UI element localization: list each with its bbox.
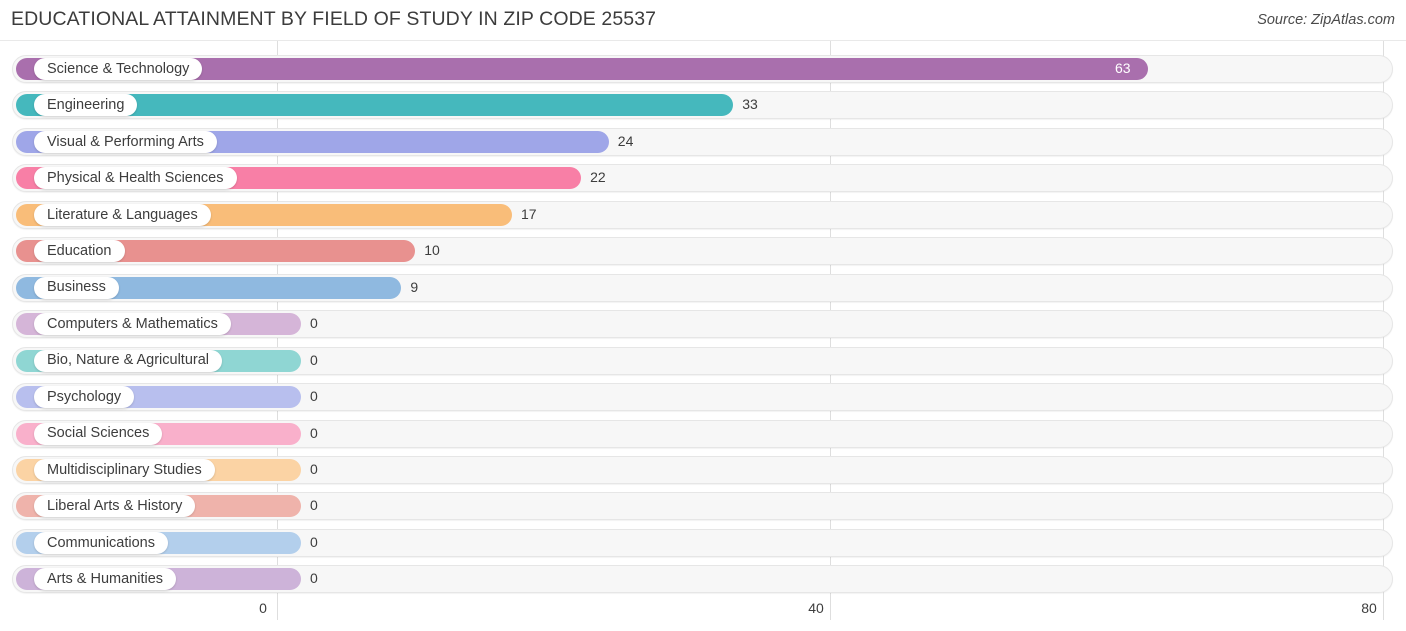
category-label-text: Science & Technology	[47, 60, 190, 77]
bar-value-label: 9	[410, 278, 419, 295]
x-tick-label: 0	[259, 600, 267, 616]
category-label: Science & Technology	[34, 58, 203, 80]
bar-row: Computers & Mathematics 0	[12, 310, 1393, 339]
bar-value-label: 22	[590, 169, 606, 186]
category-label-text: Education	[47, 243, 112, 259]
bar-row: Science & Technology 63	[12, 55, 1393, 83]
bar-value-label: 0	[310, 533, 318, 550]
category-label-text: Liberal Arts & History	[47, 498, 183, 515]
bar-value-label: 17	[521, 205, 537, 222]
category-label-text: Multidisciplinary Studies	[47, 461, 202, 478]
x-axis: 0 40 80	[0, 594, 1406, 631]
category-label: Education	[34, 240, 125, 263]
x-tick-mark	[830, 594, 831, 620]
category-label: Psychology	[34, 386, 135, 409]
category-label: Engineering	[34, 94, 138, 117]
bar-value-label: 0	[310, 315, 318, 332]
category-label: Bio, Nature & Agricultural	[34, 349, 222, 372]
category-label: Multidisciplinary Studies	[34, 458, 215, 481]
bar-row: Education 10	[12, 237, 1393, 266]
page-title: EDUCATIONAL ATTAINMENT BY FIELD OF STUDY…	[11, 8, 657, 30]
bar-row: Literature & Languages 17	[12, 200, 1393, 229]
bar-value-label: 10	[424, 242, 440, 259]
x-tick-mark	[1383, 594, 1384, 620]
category-label-text: Communications	[47, 534, 155, 551]
bar-row: Engineering 33	[12, 91, 1393, 120]
chart-page: EDUCATIONAL ATTAINMENT BY FIELD OF STUDY…	[0, 0, 1406, 631]
bar-row: Bio, Nature & Agricultural 0	[12, 346, 1393, 375]
bar-value-label: 0	[310, 424, 318, 441]
bar-value-label: 33	[742, 96, 758, 113]
category-label: Business	[34, 276, 119, 299]
bar-row: Business 9	[12, 273, 1393, 302]
bar-value-label: 0	[310, 460, 318, 477]
x-tick-label: 80	[1361, 600, 1377, 616]
chart-header: EDUCATIONAL ATTAINMENT BY FIELD OF STUDY…	[0, 0, 1406, 40]
category-label: Literature & Languages	[34, 203, 211, 226]
bar-value-label: 0	[310, 351, 318, 368]
category-label-text: Arts & Humanities	[47, 571, 164, 588]
category-label: Communications	[34, 531, 168, 554]
bar-value-label: 24	[617, 132, 634, 149]
category-label-text: Engineering	[47, 97, 125, 114]
bar-row: Multidisciplinary Studies 0	[12, 455, 1393, 484]
category-label: Visual & Performing Arts	[34, 130, 217, 153]
source-attribution: Source: ZipAtlas.com	[1257, 12, 1395, 28]
x-tick-label: 40	[808, 600, 824, 616]
category-label-text: Computers & Mathematics	[47, 315, 218, 332]
bar-value-label: 63	[1114, 60, 1131, 76]
x-tick-mark	[277, 594, 278, 620]
category-label-text: Psychology	[47, 388, 122, 405]
bar-row: Communications 0	[12, 528, 1393, 557]
bar-value-label: 0	[310, 388, 318, 405]
bar-value-label: 0	[310, 497, 318, 514]
category-label-text: Social Sciences	[47, 425, 150, 442]
bar-row: Social Sciences 0	[12, 419, 1393, 448]
category-label-text: Business	[47, 279, 106, 296]
category-label-text: Literature & Languages	[47, 206, 198, 223]
bar-row: Physical & Health Sciences 22	[12, 164, 1393, 193]
bar-row: Visual & Performing Arts 24	[12, 127, 1393, 156]
bar-row: Liberal Arts & History 0	[12, 492, 1393, 521]
category-label-text: Physical & Health Sciences	[47, 170, 224, 187]
category-label: Liberal Arts & History	[34, 495, 196, 518]
category-label: Physical & Health Sciences	[34, 167, 237, 190]
category-label-text: Bio, Nature & Agricultural	[47, 352, 209, 369]
bar-value-label: 0	[310, 570, 318, 587]
bar-row: Arts & Humanities 0	[12, 565, 1393, 594]
bar-rows: Science & Technology 63 Engineering 33 Visua…	[0, 41, 1406, 594]
bar-row: Psychology 0	[12, 383, 1393, 412]
category-label: Arts & Humanities	[34, 568, 177, 591]
category-label-text: Visual & Performing Arts	[47, 133, 204, 150]
category-label: Computers & Mathematics	[34, 313, 231, 336]
category-label: Social Sciences	[34, 422, 163, 445]
plot-area: Science & Technology 63 Engineering 33 Visua…	[0, 41, 1406, 594]
